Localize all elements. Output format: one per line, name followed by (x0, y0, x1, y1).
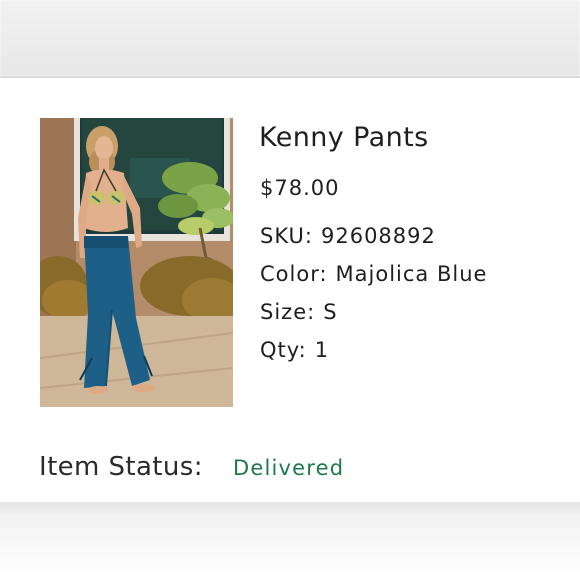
color-value: Majolica Blue (335, 262, 488, 286)
product-image[interactable] (40, 118, 233, 407)
qty-label: Qty: (260, 338, 307, 362)
product-price: $78.00 (260, 176, 340, 200)
blurred-footer-background (0, 502, 580, 580)
sku-row: SKU: 92608892 (260, 224, 436, 248)
color-label: Color: (260, 262, 328, 286)
item-status-label: Item Status: (39, 452, 203, 482)
qty-value: 1 (314, 338, 330, 362)
item-status-value: Delivered (233, 456, 345, 480)
product-photo-illustration (40, 118, 233, 407)
qty-row: Qty: 1 (260, 338, 329, 362)
color-row: Color: Majolica Blue (260, 262, 487, 286)
product-name[interactable]: Kenny Pants (259, 122, 429, 153)
size-label: Size: (260, 300, 316, 324)
blurred-header-background (0, 0, 580, 76)
size-value: S (323, 300, 338, 324)
sku-value: 92608892 (320, 224, 436, 248)
size-row: Size: S (260, 300, 338, 324)
sku-label: SKU: (260, 224, 313, 248)
